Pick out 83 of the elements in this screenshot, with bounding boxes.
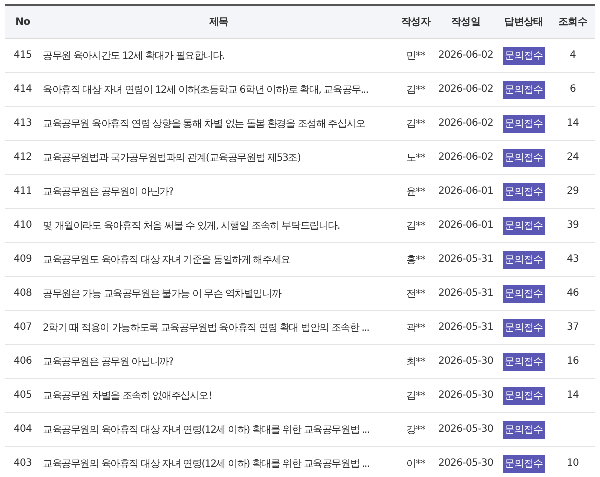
post-number: 414 — [14, 84, 32, 95]
status-badge: 문의접수 — [503, 420, 545, 438]
column-header: 답변상태 — [497, 6, 551, 39]
column-header: 제목 — [41, 6, 397, 39]
status-badge: 문의접수 — [503, 148, 545, 166]
author-name: 전** — [406, 288, 426, 300]
status-badge: 문의접수 — [503, 250, 545, 268]
post-title-link[interactable]: 교육공무원법과 국가공무원법과의 관계(교육공무원법 제53조) — [43, 150, 301, 164]
author-name: 강** — [406, 424, 426, 436]
post-title-link[interactable]: 공무원 육아시간도 12세 확대가 필요합니다. — [43, 48, 225, 62]
author-name: 김** — [406, 220, 426, 232]
status-badge: 문의접수 — [503, 386, 545, 404]
status-badge: 문의접수 — [503, 284, 545, 302]
post-date: 2026-06-02 — [438, 118, 494, 129]
column-header: 작성일 — [435, 6, 497, 39]
post-number: 413 — [14, 118, 32, 129]
post-date: 2026-05-30 — [438, 424, 494, 435]
author-name: 홍** — [406, 254, 426, 266]
view-count: 43 — [566, 254, 580, 265]
author-name: 민** — [406, 50, 426, 62]
post-number: 409 — [14, 254, 32, 265]
column-header: No — [5, 6, 41, 39]
status-badge: 문의접수 — [503, 80, 545, 98]
post-date: 2026-06-02 — [438, 152, 494, 163]
status-badge: 문의접수 — [503, 216, 545, 234]
post-number: 410 — [14, 220, 32, 231]
post-title-link[interactable]: 교육공무원은 공무원 아닙니까? — [43, 354, 174, 368]
column-header: 조회수 — [551, 6, 595, 39]
post-title-link[interactable]: 2학기 때 적용이 가능하도록 교육공무원법 육아휴직 연령 확대 법안의 조속한 ... — [43, 320, 370, 334]
status-badge: 문의접수 — [503, 352, 545, 370]
view-count: 24 — [566, 152, 580, 163]
view-count: 39 — [566, 220, 580, 231]
post-title-link[interactable]: 교육공무원 차별을 조속히 없애주십시오! — [43, 388, 212, 402]
post-date: 2026-05-31 — [438, 322, 494, 333]
view-count: 4 — [570, 50, 576, 61]
status-badge: 문의접수 — [503, 114, 545, 132]
view-count: 37 — [566, 322, 580, 333]
post-number: 403 — [14, 458, 32, 469]
author-name: 최** — [406, 356, 426, 368]
status-badge: 문의접수 — [503, 318, 545, 336]
post-date: 2026-06-01 — [438, 220, 494, 231]
post-date: 2026-05-30 — [438, 390, 494, 401]
author-name: 이** — [406, 458, 426, 470]
post-date: 2026-05-30 — [438, 458, 494, 469]
column-header: 작성자 — [397, 6, 435, 39]
view-count: 29 — [566, 186, 580, 197]
view-count: 14 — [566, 390, 580, 401]
post-title-link[interactable]: 공무원은 가능 교육공무원은 불가능 이 무슨 역차별입니까 — [43, 286, 282, 300]
author-name: 곽** — [406, 322, 426, 334]
post-title-link[interactable]: 교육공무원의 육아휴직 대상 자녀 연령(12세 이하) 확대를 위한 교육공무원법 ... — [43, 456, 370, 470]
post-date: 2026-06-02 — [438, 84, 494, 95]
status-badge: 문의접수 — [503, 182, 545, 200]
author-name: 김** — [406, 118, 426, 130]
post-number: 404 — [14, 424, 32, 435]
view-count: 14 — [566, 118, 580, 129]
post-title-link[interactable]: 교육공무원은 공무원이 아닌가? — [43, 184, 174, 198]
post-date: 2026-05-31 — [438, 254, 494, 265]
post-date: 2026-05-31 — [438, 288, 494, 299]
post-title-link[interactable]: 육아휴직 대상 자녀 연령이 12세 이하(초등학교 6학년 이하)로 확대, 교육공무... — [43, 82, 368, 96]
status-badge: 문의접수 — [503, 454, 545, 472]
post-number: 408 — [14, 288, 32, 299]
view-count: 16 — [566, 356, 580, 367]
post-number: 412 — [14, 152, 32, 163]
post-date: 2026-06-02 — [438, 50, 494, 61]
post-title-link[interactable]: 몇 개월이라도 육아휴직 처음 써볼 수 있게, 시행일 조속히 부탁드립니다. — [43, 218, 340, 232]
post-title-link[interactable]: 교육공무원 육아휴직 연령 상향을 통해 차별 없는 돌봄 환경을 조성해 주십시오 — [43, 116, 366, 130]
view-count: 6 — [570, 84, 576, 95]
post-number: 415 — [14, 50, 32, 61]
post-number: 411 — [14, 186, 32, 197]
post-date: 2026-06-01 — [438, 186, 494, 197]
post-number: 405 — [14, 390, 32, 401]
post-number: 407 — [14, 322, 32, 333]
post-title-link[interactable]: 교육공무원도 육아휴직 대상 자녀 기준을 동일하게 해주세요 — [43, 252, 290, 266]
author-name: 김** — [406, 390, 426, 402]
post-number: 406 — [14, 356, 32, 367]
post-date: 2026-05-30 — [438, 356, 494, 367]
view-count: 10 — [566, 458, 580, 469]
post-title-link[interactable]: 교육공무원의 육아휴직 대상 자녀 연령(12세 이하) 확대를 위한 교육공무원법 ... — [43, 422, 370, 436]
author-name: 윤** — [406, 186, 426, 198]
view-count: 46 — [566, 288, 580, 299]
status-badge: 문의접수 — [503, 46, 545, 64]
author-name: 노** — [406, 152, 426, 164]
author-name: 김** — [406, 84, 426, 96]
